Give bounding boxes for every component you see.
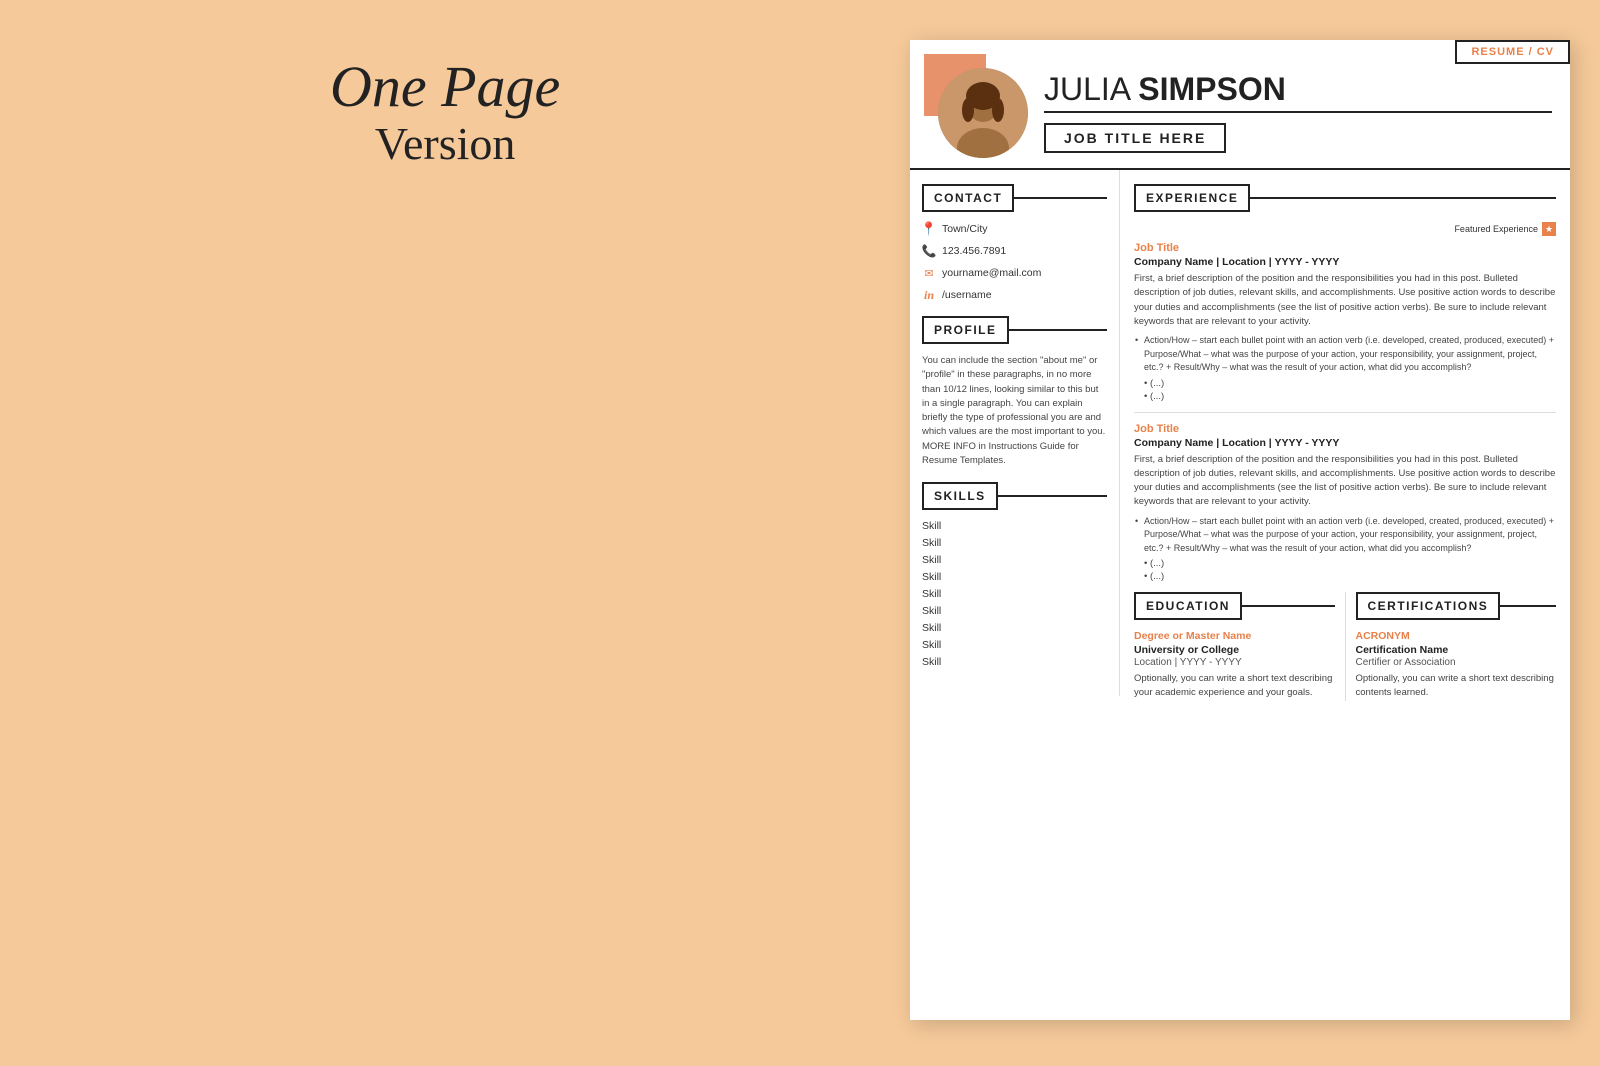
skill-item: Skill <box>922 622 1107 634</box>
photo-circle <box>938 68 1028 158</box>
edu-degree: Degree or Master Name <box>1134 630 1335 642</box>
job-title-box: JOB TITLE HERE <box>1044 123 1226 153</box>
cert-header-row: CERTIFICATIONS <box>1356 592 1557 620</box>
linkedin-text: /username <box>942 289 992 301</box>
name-title-area: JULIA SIMPSON JOB TITLE HERE <box>1044 68 1552 153</box>
cert-header-line <box>1500 605 1556 607</box>
edu-description: Optionally, you can write a short text d… <box>1134 672 1335 701</box>
profile-text: You can include the section "about me" o… <box>922 354 1107 468</box>
company-line-2: Company Name | Location | YYYY - YYYY <box>1134 437 1556 449</box>
cert-description: Optionally, you can write a short text d… <box>1356 672 1557 701</box>
last-name: SIMPSON <box>1138 71 1286 107</box>
edu-school: University or College <box>1134 644 1335 656</box>
experience-section-header: EXPERIENCE <box>1134 184 1250 212</box>
contact-email: ✉ yourname@mail.com <box>922 266 1107 280</box>
featured-label: Featured Experience <box>1454 224 1538 234</box>
experience-header-row: EXPERIENCE <box>1134 184 1556 212</box>
profile-photo <box>938 68 1028 158</box>
cert-section-header: CERTIFICATIONS <box>1356 592 1501 620</box>
job-title-2: Job Title <box>1134 423 1556 435</box>
experience-section: EXPERIENCE Featured Experience ★ Job Tit… <box>1134 184 1556 701</box>
linkedin-icon: in <box>922 288 936 302</box>
job-bullet-1-3: • (...) <box>1144 391 1556 402</box>
skills-section: SKILLS SkillSkillSkillSkillSkillSkillSki… <box>922 482 1107 668</box>
experience-header-line <box>1250 197 1556 199</box>
first-name: JULIA <box>1044 71 1129 107</box>
page-title-decoration: One Page Version <box>330 55 560 169</box>
person-name: JULIA SIMPSON <box>1044 72 1552 107</box>
skills-header-row: SKILLS <box>922 482 1107 510</box>
skill-item: Skill <box>922 656 1107 668</box>
job-title-1: Job Title <box>1134 242 1556 254</box>
edu-header-line <box>1242 605 1335 607</box>
job-bullet-2-2: • (...) <box>1144 558 1556 569</box>
phone-text: 123.456.7891 <box>942 245 1006 257</box>
featured-experience-badge: Featured Experience ★ <box>1134 222 1556 236</box>
contact-header-row: CONTACT <box>922 184 1107 212</box>
job-description-2: First, a brief description of the positi… <box>1134 453 1556 510</box>
skills-section-header: SKILLS <box>922 482 998 510</box>
title-cursive: One Page <box>330 54 560 119</box>
resume-document: RESUME / CV <box>910 40 1570 1020</box>
resume-body: CONTACT 📍 Town/City 📞 123.456.7891 <box>910 170 1570 715</box>
profile-header-line <box>1009 329 1107 331</box>
job-description-1: First, a brief description of the positi… <box>1134 272 1556 329</box>
resume-header: RESUME / CV <box>910 40 1570 170</box>
profile-section: PROFILE You can include the section "abo… <box>922 316 1107 468</box>
skill-item: Skill <box>922 554 1107 566</box>
job-bullet-1-2: • (...) <box>1144 378 1556 389</box>
cert-name: Certification Name <box>1356 644 1557 656</box>
profile-section-header: PROFILE <box>922 316 1009 344</box>
title-version: Version <box>330 119 560 170</box>
education-header-row: EDUCATION <box>1134 592 1335 620</box>
contact-phone: 📞 123.456.7891 <box>922 244 1107 258</box>
featured-star-icon: ★ <box>1542 222 1556 236</box>
email-text: yourname@mail.com <box>942 267 1041 279</box>
job-bullet-2-3: • (...) <box>1144 571 1556 582</box>
profile-header-row: PROFILE <box>922 316 1107 344</box>
contact-header-line <box>1014 197 1107 199</box>
skills-header-line <box>998 495 1107 497</box>
job-bullet-2-1: Action/How – start each bullet point wit… <box>1144 515 1556 556</box>
skill-item: Skill <box>922 571 1107 583</box>
phone-icon: 📞 <box>922 244 936 258</box>
name-divider-line <box>1044 111 1552 113</box>
certifications-section: CERTIFICATIONS ACRONYM Certification Nam… <box>1356 592 1557 701</box>
skill-item: Skill <box>922 537 1107 549</box>
job-entry-2: Job Title Company Name | Location | YYYY… <box>1134 423 1556 583</box>
bottom-sections: EDUCATION Degree or Master Name Universi… <box>1134 592 1556 701</box>
job-bullet-1-1: Action/How – start each bullet point wit… <box>1144 334 1556 375</box>
email-icon: ✉ <box>922 266 936 280</box>
contact-linkedin: in /username <box>922 288 1107 302</box>
cert-certifier: Certifier or Association <box>1356 657 1557 668</box>
job-entry-1: Job Title Company Name | Location | YYYY… <box>1134 242 1556 402</box>
skill-item: Skill <box>922 588 1107 600</box>
exp-divider <box>1134 412 1556 413</box>
education-section: EDUCATION Degree or Master Name Universi… <box>1134 592 1346 701</box>
contact-section-header: CONTACT <box>922 184 1014 212</box>
education-section-header: EDUCATION <box>1134 592 1242 620</box>
cert-acronym: ACRONYM <box>1356 630 1557 642</box>
location-text: Town/City <box>942 223 988 235</box>
header-top: JULIA SIMPSON JOB TITLE HERE <box>928 68 1552 158</box>
contact-section: CONTACT 📍 Town/City 📞 123.456.7891 <box>922 184 1107 302</box>
contact-location: 📍 Town/City <box>922 222 1107 236</box>
skill-item: Skill <box>922 605 1107 617</box>
resume-cv-badge: RESUME / CV <box>1455 40 1570 64</box>
skill-item: Skill <box>922 520 1107 532</box>
avatar-svg <box>938 68 1028 158</box>
skill-item: Skill <box>922 639 1107 651</box>
company-line-1: Company Name | Location | YYYY - YYYY <box>1134 256 1556 268</box>
skills-list: Skill Skill Skill Skill Skill Skill Skill Skill… <box>922 520 1107 668</box>
location-icon: 📍 <box>922 222 936 236</box>
left-column: CONTACT 📍 Town/City 📞 123.456.7891 <box>910 170 1120 696</box>
edu-location: Location | YYYY - YYYY <box>1134 657 1335 668</box>
right-column: EXPERIENCE Featured Experience ★ Job Tit… <box>1120 170 1570 715</box>
